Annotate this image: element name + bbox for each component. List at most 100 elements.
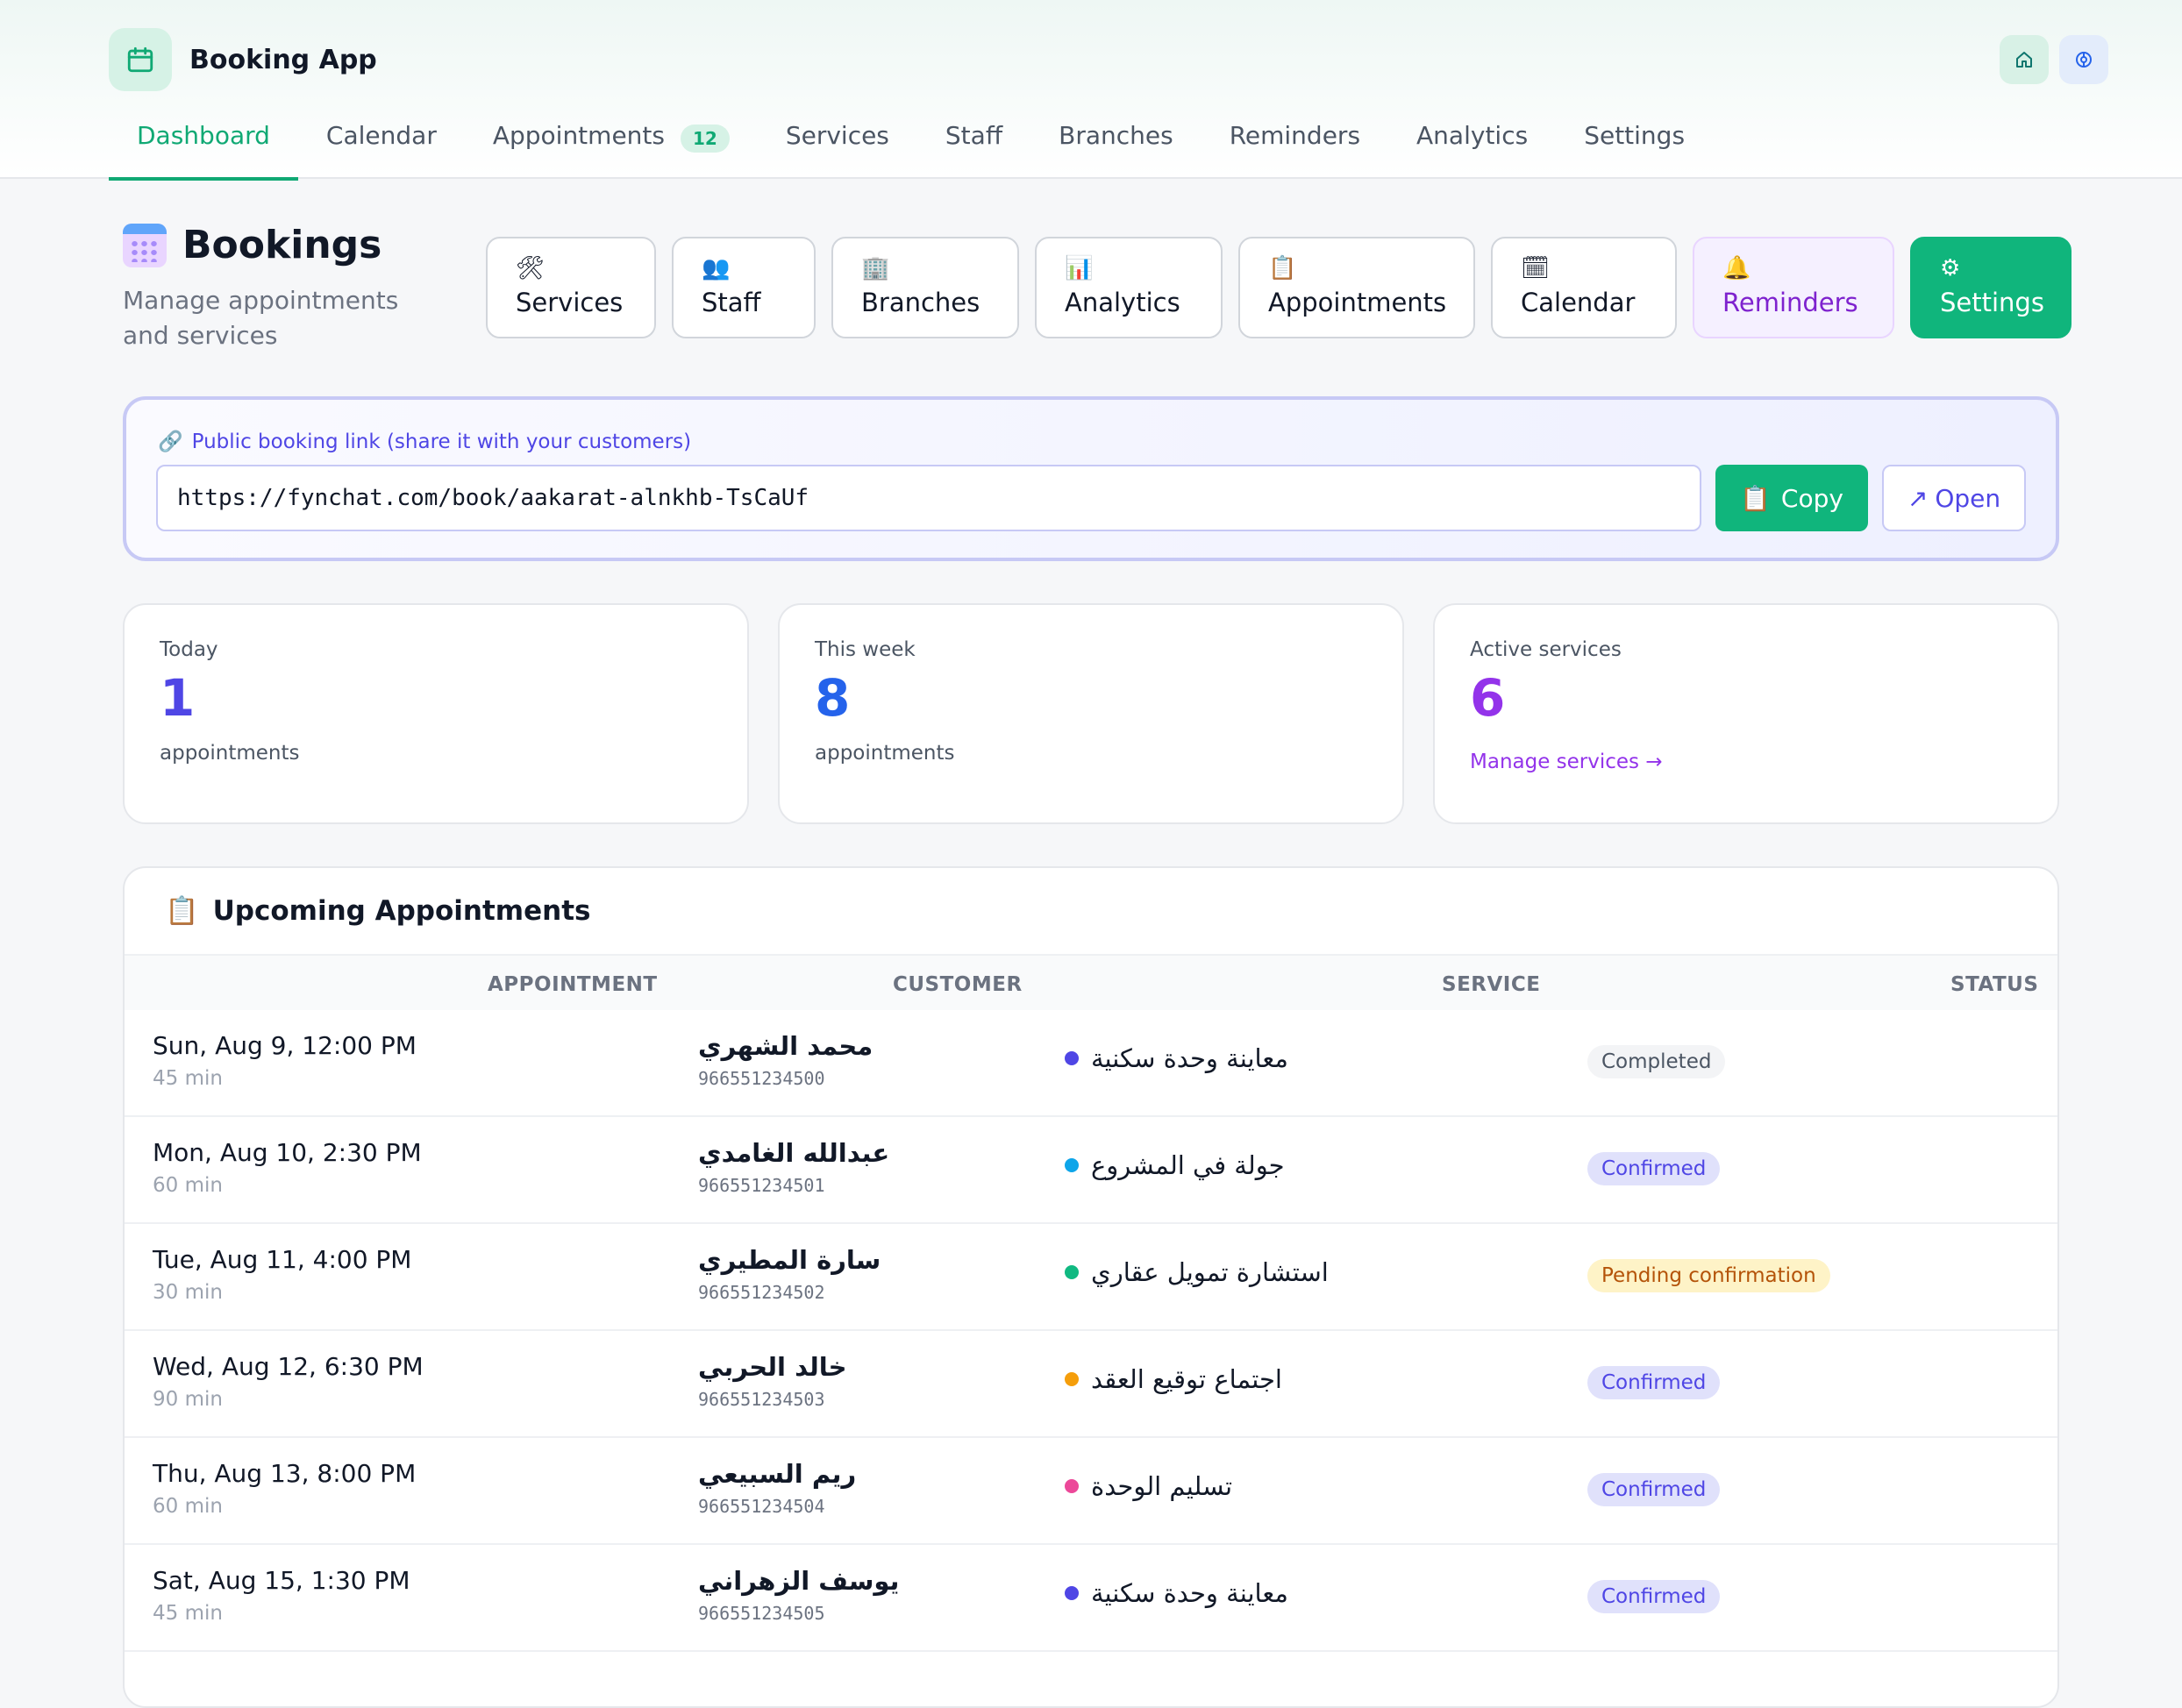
column-status: STATUS [1950, 973, 2039, 996]
customer-name: خالد الحربي [698, 1352, 847, 1382]
service-cell: جولة في المشروع [1065, 1150, 1285, 1180]
external-link-icon: ↗ [1907, 483, 1929, 513]
analytics-button[interactable]: 📊 Analytics [1035, 237, 1223, 338]
manage-services-link[interactable]: Manage services → [1470, 751, 2022, 773]
appointment-datetime: Wed, Aug 12, 6:30 PM [153, 1352, 424, 1381]
chart-icon: 📊 [1065, 255, 1094, 281]
appointment-duration: 45 min [153, 1067, 223, 1090]
appointment-cell: Tue, Aug 11, 4:00 PM 30 min [153, 1245, 411, 1304]
customer-phone: 966551234505 [698, 1603, 825, 1624]
appointment-datetime: Tue, Aug 11, 4:00 PM [153, 1245, 412, 1274]
customer-phone: 966551234501 [698, 1175, 825, 1196]
page-subtitle: Manage appointments and services [123, 286, 399, 350]
service-name: معاينة وحدة سكنية [1091, 1043, 1288, 1073]
service-color-dot [1065, 1586, 1079, 1600]
public-link-field[interactable]: https://fynchat.com/book/aakarat-alnkhb-… [156, 465, 1701, 531]
section-title: Upcoming Appointments [212, 894, 591, 927]
calendar-button[interactable]: 🗓 Calendar [1491, 237, 1677, 338]
calendar-icon [109, 28, 172, 91]
customer-cell: خالد الحربي 966551234503 [698, 1352, 847, 1410]
services-button[interactable]: 🛠 Services [486, 237, 656, 338]
nav-branches[interactable]: Branches [1030, 114, 1202, 179]
settings-button[interactable]: ⚙ Settings [1910, 237, 2071, 338]
table-row[interactable]: Mon, Aug 10, 2:30 PM 60 min عبدالله الغامد… [125, 1117, 2057, 1224]
globe-icon[interactable] [2059, 35, 2108, 84]
stat-week-value: 8 [815, 668, 851, 728]
service-cell: استشارة تمويل عقاري [1065, 1257, 1329, 1287]
appointment-duration: 60 min [153, 1495, 223, 1518]
stat-active-services: Active services 6 Manage services → [1433, 603, 2059, 824]
service-cell: معاينة وحدة سكنية [1065, 1043, 1288, 1073]
people-icon: 👥 [702, 255, 731, 281]
appointment-duration: 45 min [153, 1602, 223, 1625]
status-badge: Confirmed [1587, 1580, 1721, 1613]
service-color-dot [1065, 1479, 1079, 1493]
clipboard-icon: 📋 [1740, 483, 1771, 513]
status-badge: Confirmed [1587, 1366, 1721, 1399]
app-name: Booking App [189, 44, 377, 75]
column-appointment: APPOINTMENT [488, 973, 658, 996]
service-color-dot [1065, 1372, 1079, 1386]
table-row[interactable]: Sun, Aug 9, 12:00 PM 45 min محمد الشهري 966… [125, 1010, 2057, 1117]
table-row[interactable]: Wed, Aug 12, 6:30 PM 90 min خالد الحربي 966… [125, 1331, 2057, 1438]
appointment-cell: Wed, Aug 12, 6:30 PM 90 min [153, 1352, 424, 1411]
calendar-icon: 🗓 [1521, 255, 1551, 281]
service-name: جولة في المشروع [1091, 1150, 1285, 1180]
appointment-cell: Sat, Aug 15, 1:30 PM 45 min [153, 1566, 410, 1625]
link-icon: 🔗 [158, 431, 183, 453]
branches-button[interactable]: 🏢 Branches [831, 237, 1019, 338]
appointment-duration: 60 min [153, 1174, 223, 1197]
customer-cell: محمد الشهري 966551234500 [698, 1031, 873, 1089]
nav-calendar[interactable]: Calendar [298, 114, 465, 179]
top-bar: Booking App Dashboard Calendar Appointme… [0, 0, 2182, 181]
service-cell: تسليم الوحدة [1065, 1471, 1232, 1501]
table-row[interactable]: Tue, Aug 11, 4:00 PM 30 min سارة المطيري 96… [125, 1224, 2057, 1331]
table-row[interactable]: Sat, Aug 15, 1:30 PM 45 min يوسف الزهراني 9… [125, 1545, 2057, 1652]
appointment-datetime: Sun, Aug 9, 12:00 PM [153, 1031, 417, 1060]
customer-phone: 966551234502 [698, 1282, 825, 1303]
nav-services[interactable]: Services [758, 114, 917, 179]
service-color-dot [1065, 1265, 1079, 1279]
column-customer: CUSTOMER [893, 973, 1023, 996]
column-service: SERVICE [1442, 973, 1541, 996]
service-name: معاينة وحدة سكنية [1091, 1578, 1288, 1608]
nav-appointments[interactable]: Appointments 12 [465, 114, 758, 179]
upcoming-appointments-card: 📋 Upcoming Appointments APPOINTMENT CUST… [123, 866, 2059, 1708]
calendar-grid-icon [123, 223, 167, 267]
appointment-cell: Sun, Aug 9, 12:00 PM 45 min [153, 1031, 417, 1090]
staff-button[interactable]: 👥 Staff [672, 237, 816, 338]
open-button[interactable]: ↗ Open [1882, 465, 2026, 531]
table-header: APPOINTMENT CUSTOMER SERVICE STATUS [125, 954, 2057, 1010]
customer-name: سارة المطيري [698, 1245, 881, 1275]
customer-cell: عبدالله الغامدي 966551234501 [698, 1138, 889, 1196]
home-icon[interactable] [2000, 35, 2049, 84]
nav-staff[interactable]: Staff [917, 114, 1030, 179]
top-actions [2000, 35, 2108, 84]
appointments-count-badge: 12 [680, 125, 730, 153]
building-icon: 🏢 [861, 255, 890, 281]
reminders-button[interactable]: 🔔 Reminders [1693, 237, 1894, 338]
table-row[interactable]: Thu, Aug 13, 8:00 PM 60 min ريم السبيعي 966… [125, 1438, 2057, 1545]
status-badge: Confirmed [1587, 1473, 1721, 1506]
brand[interactable]: Booking App [109, 28, 377, 91]
customer-phone: 966551234504 [698, 1496, 825, 1517]
page-header: Bookings Manage appointments and service… [123, 223, 439, 353]
tools-icon: 🛠 [516, 255, 546, 281]
service-color-dot [1065, 1051, 1079, 1065]
appointment-duration: 90 min [153, 1388, 223, 1411]
stat-today: Today 1 appointments [123, 603, 749, 824]
customer-name: محمد الشهري [698, 1031, 874, 1061]
nav-reminders[interactable]: Reminders [1202, 114, 1388, 179]
stat-today-value: 1 [160, 668, 196, 728]
appointments-button[interactable]: 📋 Appointments [1238, 237, 1475, 338]
status-badge: Pending confirmation [1587, 1259, 1830, 1292]
nav-dashboard[interactable]: Dashboard [109, 114, 298, 181]
appointment-datetime: Mon, Aug 10, 2:30 PM [153, 1138, 422, 1167]
public-link-label: Public booking link (share it with your … [191, 430, 692, 453]
nav-settings[interactable]: Settings [1556, 114, 1713, 179]
copy-button[interactable]: 📋 Copy [1715, 465, 1868, 531]
customer-name: عبدالله الغامدي [698, 1138, 890, 1168]
nav-analytics[interactable]: Analytics [1388, 114, 1556, 179]
service-name: استشارة تمويل عقاري [1091, 1257, 1329, 1287]
service-cell: اجتماع توقيع العقد [1065, 1364, 1282, 1394]
